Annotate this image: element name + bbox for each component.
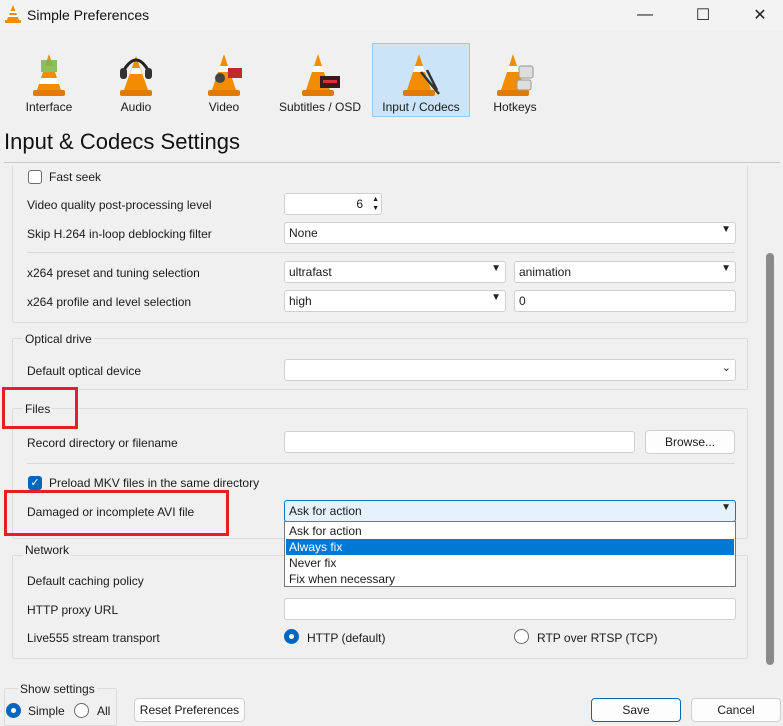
x264-profile-label: x264 profile and level selection bbox=[27, 295, 192, 309]
record-directory-field[interactable] bbox=[284, 431, 635, 453]
settings-scroll-area[interactable]: Fast seek Video quality post-processing … bbox=[0, 166, 766, 672]
x264-level-value: 0 bbox=[519, 294, 526, 308]
fast-seek-label: Fast seek bbox=[49, 170, 102, 184]
x264-profile-select[interactable]: high ▼ bbox=[284, 290, 506, 312]
reset-preferences-label: Reset Preferences bbox=[139, 703, 240, 717]
x264-tuning-select[interactable]: animation ▼ bbox=[514, 261, 736, 283]
record-directory-label: Record directory or filename bbox=[27, 436, 178, 450]
video-quality-label: Video quality post-processing level bbox=[27, 198, 212, 212]
skip-h264-label: Skip H.264 in-loop deblocking filter bbox=[27, 227, 212, 241]
chevron-down-icon: ⌄ bbox=[721, 362, 731, 374]
cancel-button[interactable]: Cancel bbox=[691, 698, 781, 722]
cone-video-icon bbox=[208, 54, 242, 96]
x264-preset-select[interactable]: ultrafast ▼ bbox=[284, 261, 506, 283]
close-icon: ✕ bbox=[753, 7, 767, 24]
simple-radio[interactable] bbox=[6, 703, 21, 718]
damaged-avi-options-list[interactable]: Ask for action Always fix Never fix Fix … bbox=[284, 521, 736, 587]
chevron-down-icon: ▼ bbox=[491, 292, 501, 303]
page-title: Input & Codecs Settings bbox=[4, 129, 241, 154]
files-highlight-box bbox=[2, 387, 78, 429]
chevron-down-icon: ▼ bbox=[491, 263, 501, 274]
tab-input-codecs[interactable]: Input / Codecs bbox=[372, 43, 470, 117]
show-settings-label: Show settings bbox=[18, 682, 97, 696]
minimize-button[interactable]: — bbox=[622, 0, 668, 30]
tab-label: Input / Codecs bbox=[382, 100, 460, 114]
reset-preferences-button[interactable]: Reset Preferences bbox=[134, 698, 245, 722]
x264-preset-label: x264 preset and tuning selection bbox=[27, 266, 200, 280]
option-always-fix[interactable]: Always fix bbox=[286, 539, 734, 555]
fast-seek-checkbox[interactable] bbox=[28, 170, 42, 184]
maximize-icon: ☐ bbox=[695, 7, 711, 24]
cone-hotkeys-icon bbox=[497, 54, 534, 96]
optical-drive-group-label: Optical drive bbox=[23, 332, 94, 346]
optical-device-select[interactable]: ⌄ bbox=[284, 359, 736, 381]
skip-h264-value: None bbox=[289, 226, 318, 240]
tab-label: Video bbox=[208, 100, 240, 114]
tab-label: Interface bbox=[25, 100, 73, 114]
tab-interface[interactable]: Interface bbox=[0, 43, 98, 117]
damaged-avi-highlight-box bbox=[4, 490, 229, 536]
checkmark-icon: ✓ bbox=[30, 477, 40, 489]
rtp-over-rtsp-radio[interactable] bbox=[514, 629, 529, 644]
scrollbar-thumb[interactable] bbox=[766, 253, 774, 665]
rtp-over-rtsp-label: RTP over RTSP (TCP) bbox=[537, 631, 658, 645]
network-group-label: Network bbox=[23, 543, 72, 557]
preload-mkv-label: Preload MKV files in the same directory bbox=[49, 476, 260, 490]
all-label: All bbox=[97, 704, 111, 718]
cone-interface-icon bbox=[33, 54, 65, 96]
video-quality-value: 6 bbox=[356, 197, 363, 211]
minimize-icon: — bbox=[637, 6, 653, 23]
tab-audio[interactable]: Audio bbox=[87, 43, 185, 117]
preload-mkv-checkbox[interactable]: ✓ bbox=[28, 476, 42, 490]
option-ask-for-action[interactable]: Ask for action bbox=[286, 523, 734, 539]
title-bar: Simple Preferences — ☐ ✕ bbox=[0, 0, 783, 30]
maximize-button[interactable]: ☐ bbox=[680, 0, 726, 30]
all-radio[interactable] bbox=[74, 703, 89, 718]
save-button-label: Save bbox=[622, 703, 650, 717]
tab-subtitles-osd[interactable]: Subtitles / OSD bbox=[271, 43, 369, 117]
x264-preset-value: ultrafast bbox=[289, 265, 332, 279]
window-title: Simple Preferences bbox=[27, 7, 150, 23]
save-button[interactable]: Save bbox=[591, 698, 681, 722]
skip-h264-select[interactable]: None ▼ bbox=[284, 222, 736, 244]
http-default-label: HTTP (default) bbox=[307, 631, 386, 645]
damaged-avi-select[interactable]: Ask for action ▼ bbox=[284, 500, 736, 522]
chevron-down-icon: ▼ bbox=[721, 263, 731, 274]
option-fix-when-necessary[interactable]: Fix when necessary bbox=[286, 571, 734, 587]
vlc-cone-icon bbox=[5, 5, 21, 23]
x264-level-field[interactable]: 0 bbox=[514, 290, 736, 312]
option-never-fix[interactable]: Never fix bbox=[286, 555, 734, 571]
video-quality-spinbox[interactable]: 6 ▲ ▼ bbox=[284, 193, 382, 215]
x264-profile-value: high bbox=[289, 294, 312, 308]
live555-label: Live555 stream transport bbox=[27, 631, 160, 645]
cone-headphones-icon bbox=[120, 56, 152, 96]
chevron-down-icon: ▼ bbox=[721, 224, 731, 235]
spin-arrows-icon[interactable]: ▲ ▼ bbox=[372, 195, 379, 213]
optical-device-label: Default optical device bbox=[27, 364, 142, 378]
simple-label: Simple bbox=[28, 704, 65, 718]
damaged-avi-value: Ask for action bbox=[289, 504, 362, 518]
http-proxy-label: HTTP proxy URL bbox=[27, 603, 119, 617]
close-button[interactable]: ✕ bbox=[737, 0, 783, 30]
tab-video[interactable]: Video bbox=[175, 43, 273, 117]
tab-label: Hotkeys bbox=[493, 100, 537, 114]
tab-hotkeys[interactable]: Hotkeys bbox=[466, 43, 564, 117]
divider bbox=[27, 463, 735, 464]
cone-subtitles-icon bbox=[302, 54, 340, 96]
cancel-button-label: Cancel bbox=[717, 703, 755, 717]
cone-codecs-icon bbox=[403, 54, 440, 96]
chevron-down-icon: ▼ bbox=[721, 502, 731, 513]
x264-tuning-value: animation bbox=[519, 265, 572, 279]
browse-button[interactable]: Browse... bbox=[645, 430, 735, 454]
http-default-radio[interactable] bbox=[284, 629, 299, 644]
http-proxy-field[interactable] bbox=[284, 598, 736, 620]
divider bbox=[27, 252, 735, 253]
tab-label: Subtitles / OSD bbox=[278, 100, 362, 114]
browse-button-label: Browse... bbox=[664, 435, 715, 449]
title-divider bbox=[4, 162, 780, 163]
caching-policy-label: Default caching policy bbox=[27, 574, 144, 588]
tab-label: Audio bbox=[120, 100, 152, 114]
